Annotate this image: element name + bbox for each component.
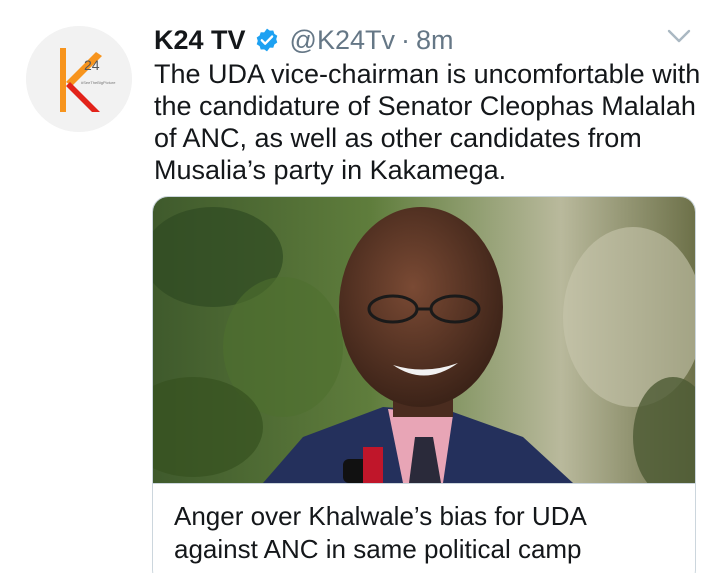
- tweet-timestamp[interactable]: 8m: [416, 26, 454, 54]
- link-card[interactable]: Anger over Khalwale’s bias for UDA again…: [152, 196, 696, 573]
- card-image[interactable]: [153, 197, 695, 483]
- author-handle[interactable]: @K24Tv: [290, 26, 395, 54]
- logo-number: 24: [84, 57, 100, 73]
- verified-badge-icon: [254, 27, 280, 53]
- tweet[interactable]: 24 #SeeTheBigPicture K24 TV @K24Tv · 8m …: [0, 0, 720, 573]
- logo-tagline: #SeeTheBigPicture: [81, 80, 116, 85]
- k24-logo: 24 #SeeTheBigPicture: [26, 26, 132, 132]
- chevron-down-icon[interactable]: [666, 26, 692, 46]
- tweet-header: K24 TV @K24Tv · 8m: [154, 20, 454, 60]
- avatar[interactable]: 24 #SeeTheBigPicture: [26, 26, 132, 132]
- author-name[interactable]: K24 TV: [154, 26, 246, 54]
- card-divider: [153, 483, 695, 484]
- separator-dot: ·: [401, 24, 410, 55]
- tweet-text: The UDA vice-chairman is uncomfortable w…: [154, 59, 701, 185]
- card-title[interactable]: Anger over Khalwale’s bias for UDA again…: [174, 500, 674, 566]
